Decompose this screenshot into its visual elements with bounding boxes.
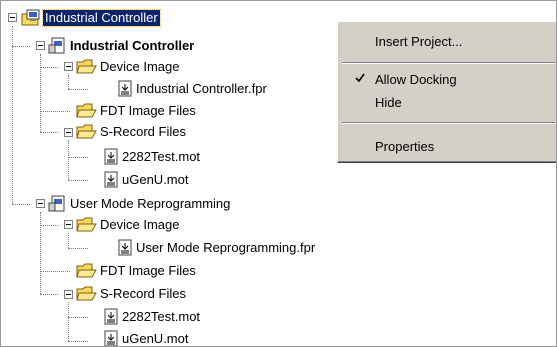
tree-item-srecord-files[interactable]: S-Record Files <box>76 284 188 304</box>
menu-item-hide[interactable]: Hide <box>340 90 556 114</box>
tree-connector <box>68 248 88 249</box>
tree-item-label: S-Record Files <box>100 286 186 301</box>
document-icon <box>118 80 132 97</box>
tree-item-label: Industrial Controller <box>70 38 195 53</box>
tree-item-label: uGenU.mot <box>122 172 189 187</box>
collapse-toggle[interactable] <box>36 41 45 50</box>
tree-item-label: 2282Test.mot <box>122 149 201 164</box>
document-icon <box>104 330 118 346</box>
tree-item-label: S-Record Files <box>100 124 186 139</box>
tree-item-label: Device Image <box>100 59 180 74</box>
tree-connector <box>40 54 41 132</box>
tree-connector <box>40 271 70 272</box>
tree-item-label: 2282Test.mot <box>122 309 201 324</box>
document-icon <box>104 171 118 188</box>
workspace-tree-panel: Industrial Controller Industrial Control… <box>0 0 557 347</box>
document-icon <box>104 148 118 165</box>
tree-connector <box>68 89 88 90</box>
menu-separator <box>342 122 555 124</box>
folder-open-icon <box>76 286 97 301</box>
tree-item-label: uGenU.mot <box>122 331 189 346</box>
tree-item-label: User Mode Reprogramming.fpr <box>136 240 316 255</box>
folder-open-icon <box>76 217 97 232</box>
tree-connector <box>40 111 70 112</box>
collapse-toggle[interactable] <box>8 13 17 22</box>
tree-connector <box>40 132 58 133</box>
tree-item-label: FDT Image Files <box>100 263 196 278</box>
tree-item-project[interactable]: Industrial Controller <box>48 36 196 56</box>
tree-item-label: Device Image <box>100 217 180 232</box>
tree-item-device-image[interactable]: Device Image <box>76 57 181 77</box>
context-menu: Insert Project... Allow Docking Hide Pro… <box>337 21 556 163</box>
checkmark-icon <box>355 73 365 83</box>
project-icon <box>48 195 65 212</box>
collapse-toggle[interactable] <box>36 199 45 208</box>
tree-connector <box>12 26 13 204</box>
collapse-toggle[interactable] <box>64 290 73 299</box>
tree-item-file[interactable]: uGenU.mot <box>102 170 190 190</box>
tree-item-label: FDT Image Files <box>100 103 196 118</box>
folder-icon <box>76 103 97 118</box>
tree-item-file[interactable]: User Mode Reprogramming.fpr <box>116 238 317 258</box>
tree-item-file[interactable]: 2282Test.mot <box>102 147 202 167</box>
document-icon <box>118 239 132 256</box>
tree-connector <box>40 294 58 295</box>
folder-open-icon <box>76 124 97 139</box>
collapse-toggle[interactable] <box>64 220 73 229</box>
tree-item-label: Industrial Controller <box>42 9 161 27</box>
tree-connector <box>68 157 88 158</box>
tree-item-project[interactable]: User Mode Reprogramming <box>48 194 232 214</box>
tree-connector <box>68 341 88 342</box>
tree-connector <box>12 46 30 47</box>
project-icon <box>48 37 65 54</box>
menu-separator <box>342 62 555 64</box>
tree-item-file[interactable]: 2282Test.mot <box>102 307 202 327</box>
tree-connector <box>68 75 69 89</box>
tree-connector <box>40 67 58 68</box>
tree-connector <box>68 302 69 341</box>
tree-item-label: User Mode Reprogramming <box>70 196 231 211</box>
tree-item-fdt-image-files[interactable]: FDT Image Files <box>76 261 198 281</box>
workspace-icon <box>21 9 40 26</box>
folder-icon <box>76 263 97 278</box>
tree-item-device-image[interactable]: Device Image <box>76 215 181 235</box>
tree-connector <box>68 317 88 318</box>
tree-connector <box>68 233 69 248</box>
folder-open-icon <box>76 59 97 74</box>
collapse-toggle[interactable] <box>64 62 73 71</box>
tree-item-file[interactable]: Industrial Controller.fpr <box>116 79 269 99</box>
tree-item-file[interactable]: uGenU.mot <box>102 329 190 346</box>
tree-connector <box>12 204 30 205</box>
tree-item-label: Industrial Controller.fpr <box>136 81 267 96</box>
menu-item-insert-project[interactable]: Insert Project... <box>340 29 556 53</box>
tree-connector <box>40 225 58 226</box>
collapse-toggle[interactable] <box>64 128 73 137</box>
tree-item-fdt-image-files[interactable]: FDT Image Files <box>76 101 198 121</box>
tree-item-root[interactable]: Industrial Controller <box>21 8 161 28</box>
menu-item-allow-docking[interactable]: Allow Docking <box>340 67 556 91</box>
menu-item-properties[interactable]: Properties <box>340 134 556 158</box>
tree-connector <box>68 180 88 181</box>
document-icon <box>104 308 118 325</box>
tree-connector <box>68 140 69 180</box>
tree-item-srecord-files[interactable]: S-Record Files <box>76 122 188 142</box>
